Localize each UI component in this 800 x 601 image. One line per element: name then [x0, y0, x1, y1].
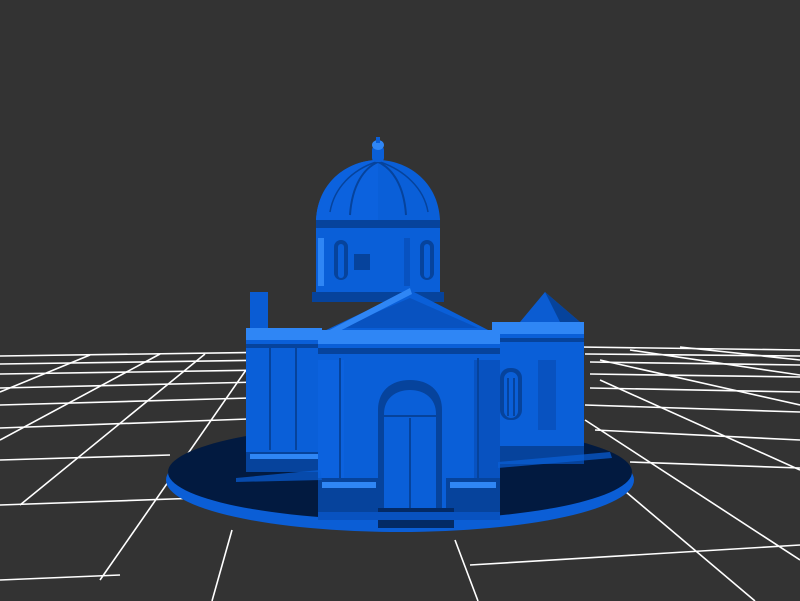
- 3d-viewport[interactable]: [0, 0, 800, 601]
- viewport-canvas[interactable]: [0, 0, 800, 601]
- front-portico: [318, 288, 500, 528]
- dome-drum: [312, 218, 444, 302]
